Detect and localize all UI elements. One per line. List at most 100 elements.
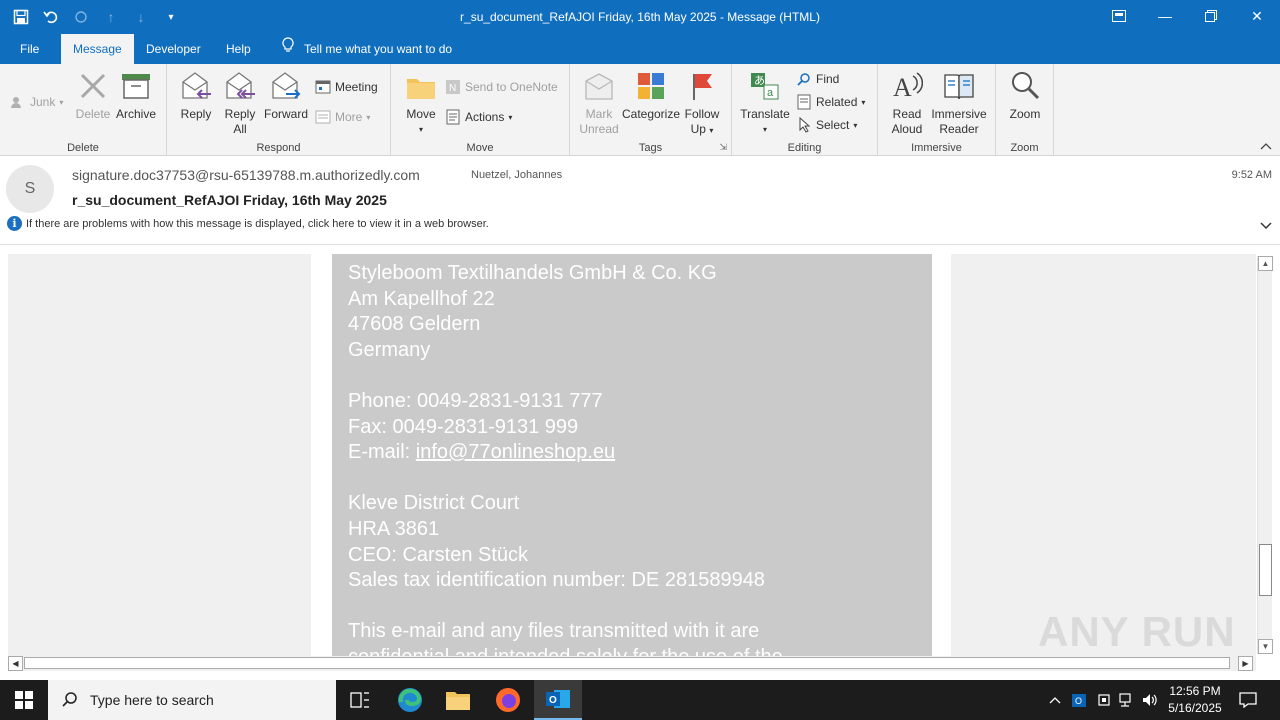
junk-button[interactable]: Junk ▾ [10, 94, 63, 110]
reply-button[interactable]: Reply [177, 68, 215, 122]
chevron-down-icon: ▾ [418, 125, 423, 134]
read-aloud-button[interactable]: A Read Aloud [888, 68, 926, 137]
firefox-icon[interactable] [484, 680, 532, 720]
tab-help[interactable]: Help [214, 34, 263, 64]
related-button[interactable]: Related ▾ [796, 94, 865, 110]
archive-button[interactable]: Archive [114, 68, 158, 122]
flag-icon [684, 68, 720, 104]
chevron-down-icon: ▾ [762, 125, 767, 134]
country: Germany [348, 338, 431, 361]
clock-date: 5/16/2025 [1168, 701, 1222, 715]
follow-up-button[interactable]: Follow Up ▾ [683, 68, 721, 138]
vertical-scrollbar[interactable]: ▲ ▼ [1257, 256, 1273, 654]
svg-text:あ: あ [754, 74, 765, 87]
ribbon-group-move: Move ▾ N Send to OneNote Actions ▾ Move [391, 64, 570, 156]
categorize-icon [633, 68, 669, 104]
horizontal-scrollbar[interactable]: ◀ ▶ [8, 656, 1256, 671]
immersive-reader-button[interactable]: Immersive Reader [930, 68, 988, 137]
disclaimer-line-2: confidential and intended solely for the… [348, 645, 916, 656]
minimize-icon[interactable]: — [1142, 0, 1188, 32]
avatar[interactable]: S [6, 165, 54, 213]
body-right-margin [951, 254, 1256, 656]
chevron-down-icon: ▾ [59, 97, 64, 107]
junk-icon [10, 94, 26, 110]
ribbon-group-tags: Mark Unread Categorize Follow Up ▾ Tags … [570, 64, 732, 156]
window-title: r_su_document_RefAJOI Friday, 16th May 2… [460, 10, 820, 24]
mark-unread-icon [581, 68, 617, 104]
horizontal-scroll-thumb[interactable] [24, 657, 1230, 669]
delete-icon [75, 68, 111, 104]
archive-icon [118, 68, 154, 104]
taskbar-search[interactable]: Type here to search [48, 680, 336, 720]
zoom-button[interactable]: Zoom [1006, 68, 1044, 122]
received-time: 9:52 AM [1231, 169, 1272, 181]
street-address: Am Kapellhof 22 [348, 287, 495, 310]
body-left-margin [8, 254, 311, 656]
email-line: E-mail: info@77onlineshop.eu [348, 441, 616, 464]
ribbon-group-zoom: Zoom Zoom [996, 64, 1054, 156]
scroll-right-icon[interactable]: ▶ [1238, 656, 1253, 671]
tab-developer[interactable]: Developer [134, 34, 213, 64]
categorize-button[interactable]: Categorize [622, 68, 680, 122]
find-button[interactable]: Find [796, 71, 839, 87]
read-aloud-icon: A [889, 68, 925, 104]
translate-button[interactable]: あa Translate ▾ [740, 68, 790, 137]
scroll-left-icon[interactable]: ◀ [8, 656, 23, 671]
restore-icon[interactable] [1188, 0, 1234, 32]
tab-message[interactable]: Message [61, 34, 134, 64]
scroll-down-icon[interactable]: ▼ [1258, 639, 1273, 654]
reply-all-button[interactable]: Reply All [222, 68, 258, 137]
notifications-icon[interactable] [1236, 680, 1260, 720]
ceo: CEO: Carsten Stück [348, 543, 529, 566]
message-header: S signature.doc37753@rsu-65139788.m.auth… [0, 157, 1280, 245]
sender-address[interactable]: signature.doc37753@rsu-65139788.m.author… [72, 167, 420, 183]
delete-button[interactable]: Delete [76, 68, 110, 122]
dialog-launcher-icon[interactable]: ⇲ [719, 142, 727, 153]
actions-button[interactable]: Actions ▾ [445, 109, 512, 125]
lightbulb-icon [282, 34, 294, 64]
reply-icon [178, 68, 214, 104]
send-to-onenote-button[interactable]: N Send to OneNote [445, 79, 558, 95]
info-bar[interactable]: i If there are problems with how this me… [7, 216, 489, 231]
select-button[interactable]: Select ▾ [796, 117, 857, 133]
court: Kleve District Court [348, 492, 520, 515]
task-view-icon[interactable] [336, 680, 384, 720]
volume-icon[interactable] [1140, 680, 1160, 720]
chevron-down-icon: ▾ [508, 112, 513, 122]
group-label-immersive: Immersive [911, 142, 962, 154]
group-label-tags: Tags [638, 142, 663, 154]
move-button[interactable]: Move ▾ [403, 68, 439, 137]
tab-file[interactable]: File [8, 34, 51, 64]
more-respond-button[interactable]: More ▾ [315, 109, 370, 125]
ribbon-display-options-icon[interactable] [1096, 0, 1142, 32]
outlook-taskbar-icon[interactable]: O [534, 680, 582, 720]
ribbon: Junk ▾ Delete Archive Delete Reply Reply… [0, 64, 1280, 156]
window-controls: — ✕ [1096, 0, 1280, 32]
scroll-up-icon[interactable]: ▲ [1258, 256, 1273, 271]
show-hidden-icons-icon[interactable] [1045, 680, 1065, 720]
meeting-button[interactable]: Meeting [315, 79, 378, 95]
forward-button[interactable]: Forward [264, 68, 308, 122]
ribbon-group-immersive: A Read Aloud Immersive Reader Immersive [878, 64, 996, 156]
recipient[interactable]: Nuetzel, Johannes [471, 169, 562, 181]
email-link[interactable]: info@77onlineshop.eu [416, 441, 615, 463]
collapse-ribbon-icon[interactable] [1260, 141, 1272, 153]
onenote-icon: N [445, 79, 461, 95]
edge-browser-icon[interactable] [386, 680, 434, 720]
taskbar-clock[interactable]: 12:56 PM 5/16/2025 [1162, 683, 1228, 717]
chevron-down-icon: ▾ [709, 126, 714, 135]
reply-all-icon [222, 68, 258, 104]
close-icon[interactable]: ✕ [1234, 0, 1280, 32]
mark-unread-button[interactable]: Mark Unread [579, 68, 619, 137]
network-icon[interactable] [1117, 680, 1137, 720]
ribbon-group-delete: Junk ▾ Delete Archive Delete [0, 64, 167, 156]
file-explorer-icon[interactable] [434, 680, 482, 720]
outlook-tray-icon[interactable]: O [1070, 680, 1090, 720]
expand-header-icon[interactable] [1260, 219, 1272, 233]
windows-start-icon[interactable] [0, 680, 48, 720]
vertical-scroll-thumb[interactable] [1259, 544, 1272, 596]
group-label-delete: Delete [67, 142, 99, 154]
device-tray-icon[interactable] [1094, 680, 1114, 720]
tell-me-search[interactable]: Tell me what you want to do [270, 34, 464, 64]
city: 47608 Geldern [348, 313, 481, 336]
